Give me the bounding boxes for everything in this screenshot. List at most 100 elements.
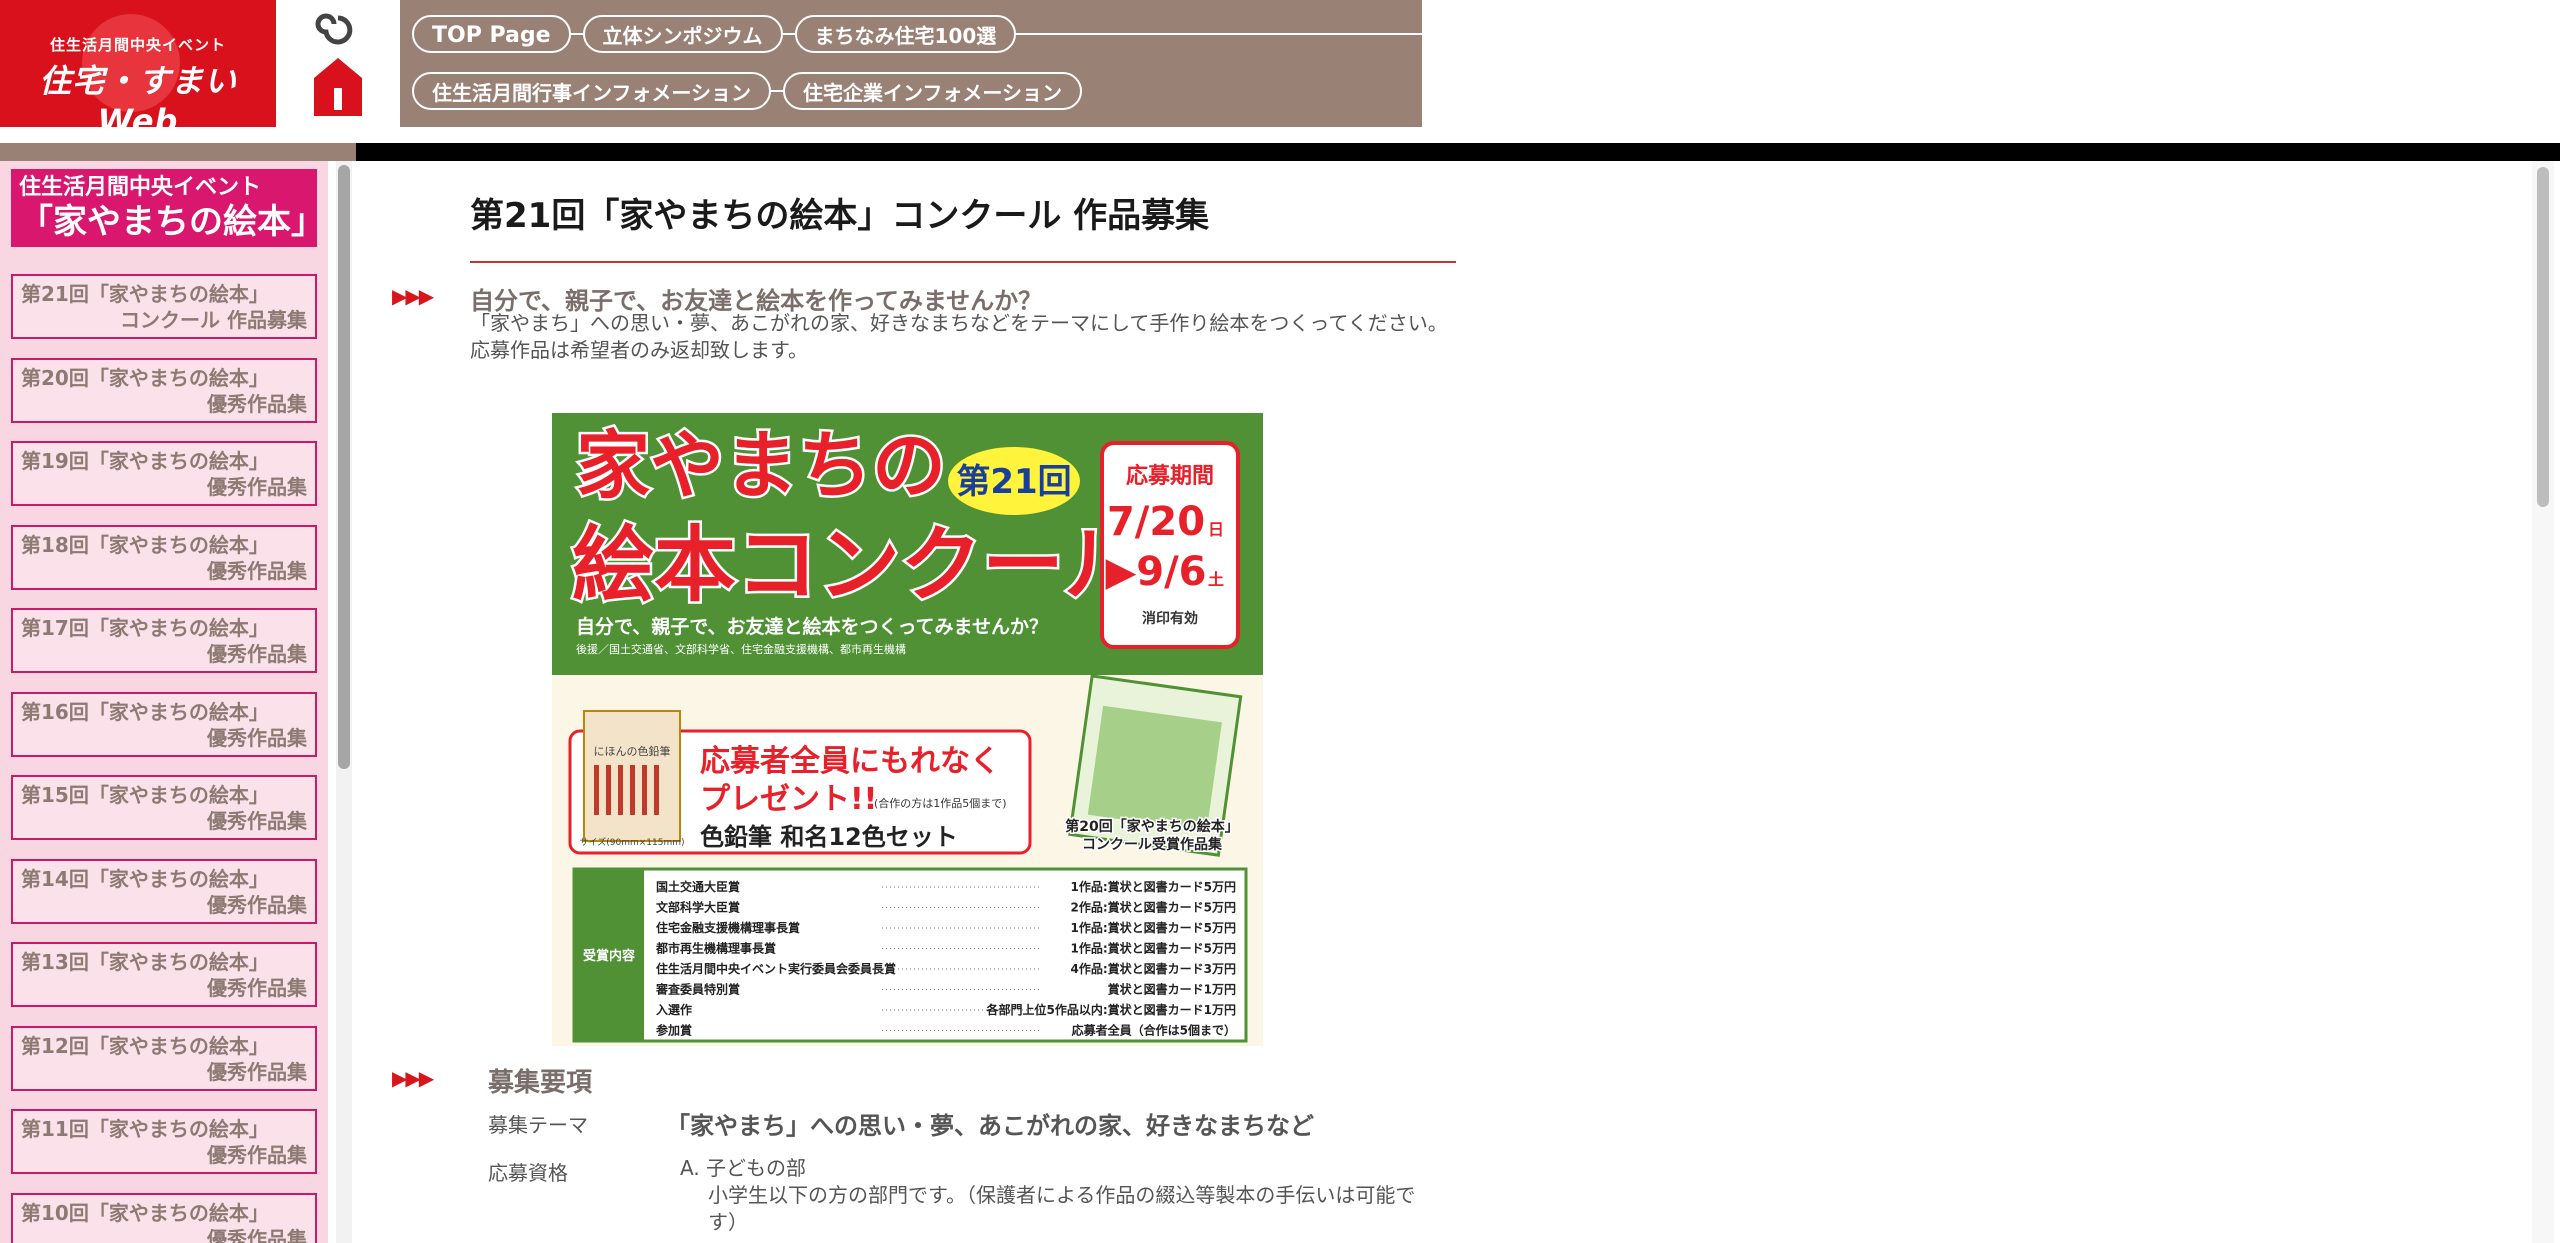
page-title: 第21回「家やまちの絵本」コンクール 作品募集 xyxy=(470,196,1210,236)
theme-value: 「家やまち」への思い・夢、あこがれの家、好きなまちなど xyxy=(666,1112,1314,1140)
sidebar: 住生活月間中央イベント 「家やまちの絵本」 第21回「家やまちの絵本」 コンクール… xyxy=(0,161,328,1243)
poster-award-prize: 2作品:賞状と図書カード5万円 xyxy=(1071,900,1237,915)
sidebar-item-line1: 第10回「家やまちの絵本」 xyxy=(21,1200,269,1225)
sidebar-item-line1: 第15回「家やまちの絵本」 xyxy=(21,783,269,807)
poster-title-line2: 絵本コンクール xyxy=(572,518,1146,613)
poster-title-line1: 家やまちの xyxy=(576,423,946,509)
logo-subtitle: 住生活月間中央イベント xyxy=(49,36,226,54)
sidebar-scrollbar[interactable] xyxy=(336,161,352,1243)
poster-award-prize: 4作品:賞状と図書カード3万円 xyxy=(1071,961,1237,976)
poster-book-caption-2: コンクール受賞作品集 xyxy=(1082,836,1223,853)
header-band-right xyxy=(356,143,2560,161)
main-scrollbar-thumb[interactable] xyxy=(2537,167,2549,507)
nav-symposium[interactable]: 立体シンポジウム xyxy=(582,15,783,53)
sidebar-item-line1: 第21回「家やまちの絵本」 xyxy=(21,282,269,306)
poster-period-start-day: 日 xyxy=(1208,520,1224,539)
sidebar-item-line2: 優秀作品集 xyxy=(207,976,307,1000)
nav-row-1: TOP Page 立体シンポジウム まちなみ住宅100選 xyxy=(412,13,1028,55)
sidebar-item-21[interactable]: 第21回「家やまちの絵本」 コンクール 作品募集 xyxy=(11,274,317,339)
poster-period-note: 消印有効 xyxy=(1142,610,1198,627)
poster-award-prize: 応募者全員（合作は5個まで） xyxy=(1072,1023,1236,1038)
lead-body: 「家やまち」への思い・夢、あこがれの家、好きなまちなどをテーマにして手作り絵本を… xyxy=(470,310,1456,364)
sidebar-item-line1: 第20回「家やまちの絵本」 xyxy=(21,365,269,390)
sidebar-item-17[interactable]: 第17回「家やまちの絵本」 優秀作品集 xyxy=(11,608,317,673)
sidebar-item-15[interactable]: 第15回「家やまちの絵本」 優秀作品集 xyxy=(11,775,317,840)
sidebar-item-line2: 優秀作品集 xyxy=(207,642,307,666)
poster-awards-label: 受賞内容 xyxy=(583,948,635,964)
sidebar-item-line2: 優秀作品集 xyxy=(207,725,307,750)
poster-award-prize: 1作品:賞状と図書カード5万円 xyxy=(1071,879,1237,894)
poster-award-name: 参加賞 xyxy=(656,1023,692,1038)
sidebar-item-line1: 第14回「家やまちの絵本」 xyxy=(21,866,269,891)
sidebar-item-11[interactable]: 第11回「家やまちの絵本」 優秀作品集 xyxy=(11,1109,317,1174)
section-arrows: ▶▶▶ xyxy=(392,284,434,308)
sidebar-header-title: 「家やまちの絵本」 xyxy=(19,202,325,242)
top-navigation: TOP Page 立体シンポジウム まちなみ住宅100選 住生活月間行事インフォ… xyxy=(400,0,1422,127)
sidebar-list: 第21回「家やまちの絵本」 コンクール 作品募集 第20回「家やまちの絵本」 優秀作… xyxy=(11,274,317,1243)
poster-sponsors: 後援／国土交通省、文部科学省、住宅金融支援機構、都市再生機構 xyxy=(576,642,906,656)
sidebar-scrollbar-thumb[interactable] xyxy=(338,165,350,769)
section-arrows: ▶▶▶ xyxy=(392,1066,434,1090)
site-logo[interactable]: 住生活月間中央イベント 住宅・すまいWeb xyxy=(0,0,276,127)
poster-size-note: サイズ(90mm×115mm) xyxy=(580,836,685,848)
sidebar-item-line1: 第17回「家やまちの絵本」 xyxy=(21,616,269,640)
header-band-left xyxy=(0,143,356,161)
poster-book-caption-1: 第20回「家やまちの絵本」 xyxy=(1065,818,1238,835)
poster-edition: 第21回 xyxy=(956,462,1071,502)
poster-tagline: 自分で、親子で、お友達と絵本をつくってみませんか？ xyxy=(576,615,1048,638)
sidebar-item-line2: 優秀作品集 xyxy=(207,1143,307,1167)
nav-machinami-100[interactable]: まちなみ住宅100選 xyxy=(794,15,1017,53)
poster-award-name: 文部科学大臣賞 xyxy=(656,900,740,915)
poster-award-name: 入選作 xyxy=(656,1002,692,1017)
logo-title: 住宅・すまいWeb xyxy=(38,62,237,127)
sidebar-item-line1: 第19回「家やまちの絵本」 xyxy=(21,449,269,473)
sidebar-item-line2: 優秀作品集 xyxy=(207,391,307,416)
sidebar-header-subtitle: 住生活月間中央イベント xyxy=(19,175,262,200)
sidebar-item-16[interactable]: 第16回「家やまちの絵本」 優秀作品集 xyxy=(11,691,317,757)
eligibility-value: A. 子どもの部 小学生以下の方の部門です。（保護者による作品の綴込等製本の手伝… xyxy=(680,1155,1440,1236)
poster-award-prize: 賞状と図書カード1万円 xyxy=(1108,982,1236,997)
poster-award-prize: 1作品:賞状と図書カード5万円 xyxy=(1071,920,1237,935)
sidebar-item-line2: 優秀作品集 xyxy=(207,558,307,583)
sidebar-item-line2: 優秀作品集 xyxy=(207,1059,307,1084)
poster-gift-line2: プレゼント!! xyxy=(700,782,877,817)
sidebar-item-line1: 第18回「家やまちの絵本」 xyxy=(21,532,269,557)
poster-period-end: ▶9/6 xyxy=(1105,549,1206,595)
eligibility-a-desc: 小学生以下の方の部門です。（保護者による作品の綴込等製本の手伝いは可能です） xyxy=(708,1183,1416,1234)
sidebar-item-20[interactable]: 第20回「家やまちの絵本」 優秀作品集 xyxy=(11,357,317,423)
sidebar-item-line1: 第16回「家やまちの絵本」 xyxy=(21,699,269,724)
sidebar-item-line2: 優秀作品集 xyxy=(207,475,307,499)
sidebar-header[interactable]: 住生活月間中央イベント 「家やまちの絵本」 xyxy=(11,169,325,247)
sidebar-item-14[interactable]: 第14回「家やまちの絵本」 優秀作品集 xyxy=(11,858,317,924)
section-heading: 募集要項 xyxy=(488,1068,593,1098)
sidebar-item-line1: 第13回「家やまちの絵本」 xyxy=(21,950,269,974)
sidebar-item-18[interactable]: 第18回「家やまちの絵本」 優秀作品集 xyxy=(11,524,317,590)
poster-period-end-day: 土 xyxy=(1208,570,1224,589)
nav-company-info[interactable]: 住宅企業インフォメーション xyxy=(783,72,1082,110)
poster-award-name: 住生活月間中央イベント実行委員会委員長賞 xyxy=(656,961,896,976)
nav-event-info[interactable]: 住生活月間行事インフォメーション xyxy=(412,72,771,110)
sidebar-item-line1: 第12回「家やまちの絵本」 xyxy=(21,1033,269,1058)
lead-line-2: 応募作品は希望者のみ返却致します。 xyxy=(470,338,808,362)
poster-pencil-box-label: にほんの色鉛筆 xyxy=(594,744,671,758)
nav-row-2: 住生活月間行事インフォメーション 住宅企業インフォメーション xyxy=(412,70,1094,112)
poster-award-prize: 1作品:賞状と図書カード5万円 xyxy=(1071,941,1237,956)
sidebar-item-19[interactable]: 第19回「家やまちの絵本」 優秀作品集 xyxy=(11,441,317,506)
poster-gift-note: (合作の方は1作品5個まで) xyxy=(874,796,1007,810)
nav-top-page[interactable]: TOP Page xyxy=(412,15,571,53)
main-scrollbar[interactable] xyxy=(2532,161,2554,1243)
sidebar-item-13[interactable]: 第13回「家やまちの絵本」 優秀作品集 xyxy=(11,942,317,1007)
poster-award-name: 国土交通大臣賞 xyxy=(656,879,740,894)
poster-period-start: 7/20 xyxy=(1107,499,1205,545)
poster-award-prize: 各部門上位5作品以内:賞状と図書カード1万円 xyxy=(986,1002,1237,1017)
sidebar-item-12[interactable]: 第12回「家やまちの絵本」 優秀作品集 xyxy=(11,1025,317,1091)
eligibility-a: A. 子どもの部 xyxy=(680,1156,807,1180)
poster-gift-line1: 応募者全員にもれなく xyxy=(700,744,1000,779)
sidebar-item-10[interactable]: 第10回「家やまちの絵本」 優秀作品集 xyxy=(11,1192,317,1243)
sidebar-item-line2: 優秀作品集 xyxy=(207,892,307,917)
poster-award-name: 都市再生機構理事長賞 xyxy=(655,941,776,956)
poster-award-name: 住宅金融支援機構理事長賞 xyxy=(656,920,800,935)
sidebar-item-line2: コンクール 作品募集 xyxy=(120,308,307,332)
home-icon[interactable] xyxy=(298,8,378,118)
lead-line-1: 「家やまち」への思い・夢、あこがれの家、好きなまちなどをテーマにして手作り絵本を… xyxy=(470,311,1448,335)
